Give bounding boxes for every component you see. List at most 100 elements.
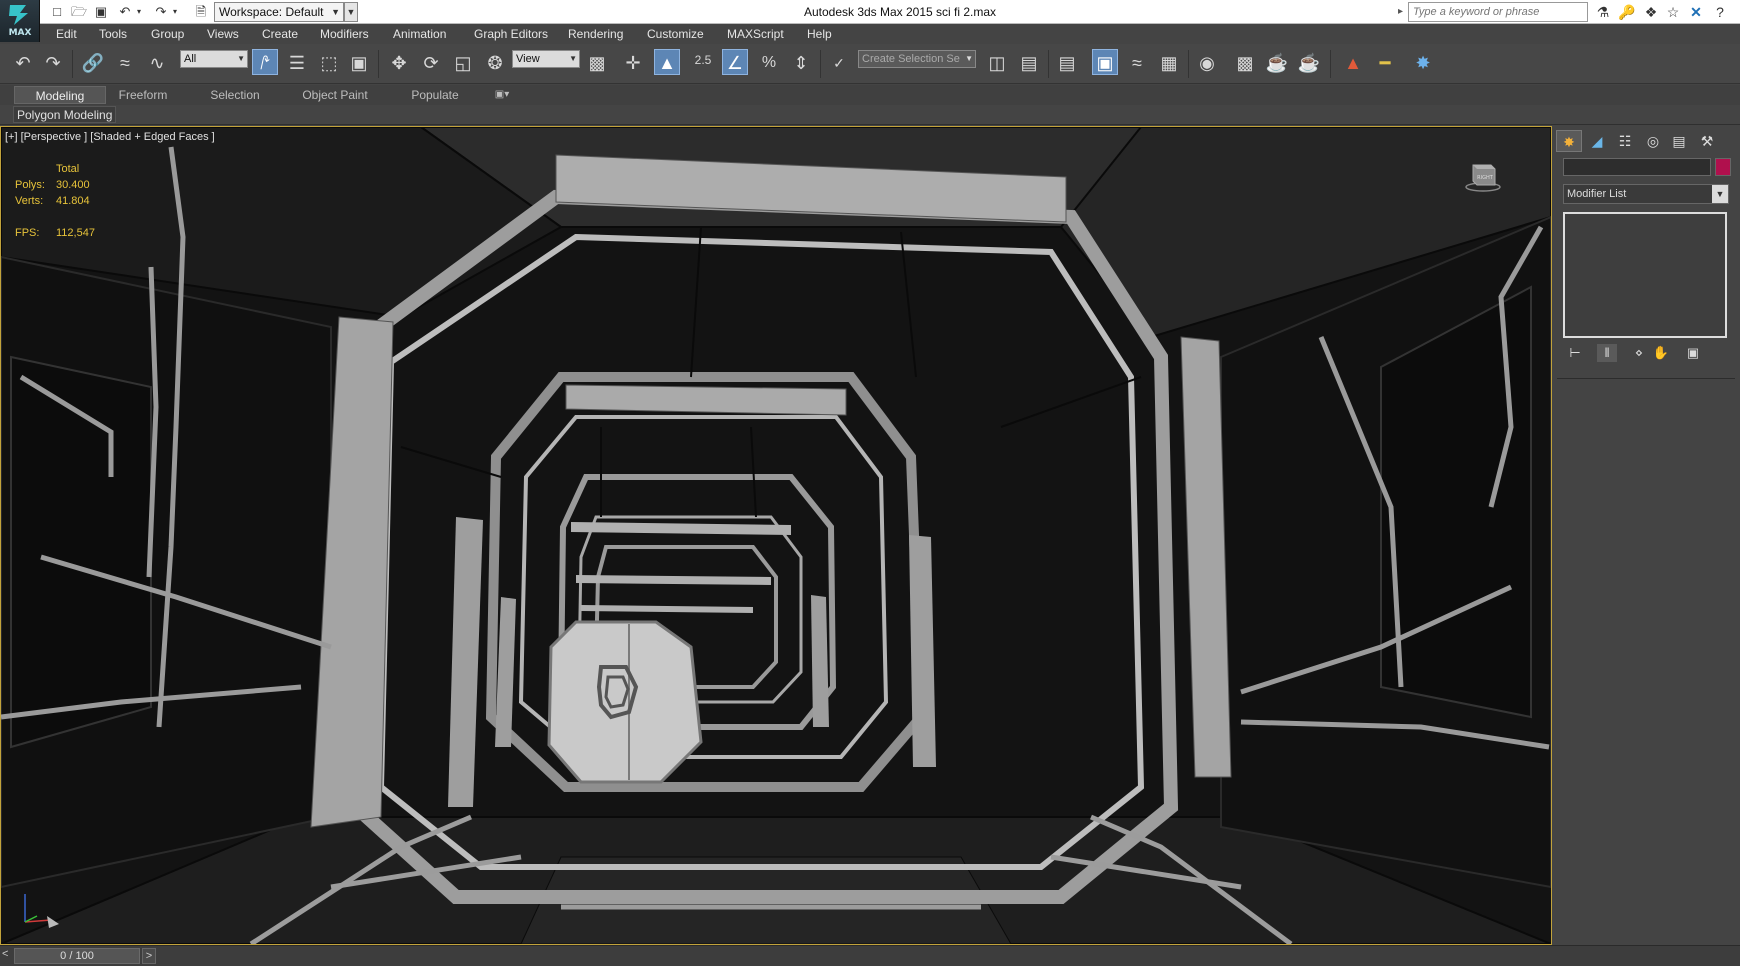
help-icon[interactable]: ? <box>1710 3 1730 21</box>
modify-tab-icon[interactable]: ◢ <box>1584 130 1610 152</box>
redo-quick-icon[interactable]: ↷ <box>152 3 170 21</box>
undo-quick-icon[interactable]: ↶ <box>116 3 134 21</box>
spinner-snap-icon[interactable]: ⇕ <box>788 50 814 76</box>
object-color-swatch[interactable] <box>1715 158 1731 176</box>
percent-snap-icon[interactable]: % <box>756 50 782 76</box>
menu-group[interactable]: Group <box>147 24 188 44</box>
render-setup-icon[interactable]: ▩ <box>1232 50 1258 76</box>
rendered-frame-window-icon[interactable]: ☕ <box>1264 50 1290 76</box>
modifier-stack-list[interactable] <box>1563 212 1727 338</box>
selection-filter-dropdown[interactable]: All ▼ <box>180 50 248 68</box>
workspace-dropdown[interactable]: Workspace: Default ▼ <box>214 2 344 22</box>
menu-maxscript[interactable]: MAXScript <box>723 24 788 44</box>
application-menu-button[interactable]: MAX <box>0 0 40 42</box>
favorites-star-icon[interactable]: ☆ <box>1663 3 1683 21</box>
civil-view-icon[interactable]: ▲ <box>1340 50 1366 76</box>
redo-icon[interactable]: ↷ <box>40 50 66 76</box>
undo-icon[interactable]: ↶ <box>10 50 36 76</box>
toolbar-separator <box>1048 50 1049 78</box>
angle-snap-icon[interactable]: ∠ <box>722 49 748 75</box>
menu-modifiers[interactable]: Modifiers <box>316 24 373 44</box>
undo-dropdown-icon[interactable]: ▾ <box>134 3 144 21</box>
unlink-selection-icon[interactable]: ≈ <box>112 50 138 76</box>
menu-create[interactable]: Create <box>258 24 302 44</box>
menu-edit[interactable]: Edit <box>52 24 81 44</box>
communication-icon[interactable]: ❖ <box>1641 3 1661 21</box>
viewport-label-menu[interactable]: [+] [Perspective ] [Shaded + Edged Faces… <box>5 131 215 143</box>
particle-view-icon[interactable]: ✸ <box>1410 50 1436 76</box>
search-input[interactable] <box>1408 2 1588 22</box>
use-pivot-center-icon[interactable]: ▩ <box>584 50 610 76</box>
snaps-toggle-icon[interactable]: 2.5 <box>690 47 716 73</box>
tab-selection[interactable]: Selection <box>200 86 270 104</box>
perspective-viewport[interactable]: [+] [Perspective ] [Shaded + Edged Faces… <box>0 126 1552 945</box>
motion-tab-icon[interactable]: ◎ <box>1640 130 1666 152</box>
display-tab-icon[interactable]: ▤ <box>1666 130 1692 152</box>
select-and-link-icon[interactable]: 🔗 <box>80 50 106 76</box>
show-end-result-icon[interactable]: ‖ <box>1597 344 1617 362</box>
select-and-manipulate-icon[interactable]: ✛ <box>620 50 646 76</box>
project-folder-icon[interactable]: 🗎 <box>192 3 210 21</box>
menu-tools[interactable]: Tools <box>95 24 131 44</box>
tab-object-paint[interactable]: Object Paint <box>294 86 376 104</box>
reference-coordinate-dropdown[interactable]: View ▼ <box>512 50 580 68</box>
tab-modeling[interactable]: Modeling <box>14 86 106 104</box>
max-logo-icon <box>9 5 28 25</box>
hierarchy-tab-icon[interactable]: ☷ <box>1612 130 1638 152</box>
select-and-move-icon[interactable]: ✥ <box>386 50 412 76</box>
align-icon[interactable]: ▤ <box>1016 50 1042 76</box>
make-unique-icon[interactable]: ⋄ <box>1629 344 1649 362</box>
render-production-icon[interactable]: ☕ <box>1296 50 1322 76</box>
pin-stack-icon[interactable]: ⊢ <box>1565 344 1585 362</box>
binoculars-icon[interactable]: ⚗ <box>1593 3 1613 21</box>
tab-populate[interactable]: Populate <box>400 86 470 104</box>
create-tab-icon[interactable]: ✸ <box>1556 130 1582 152</box>
time-slider-next-button[interactable]: > <box>142 948 156 964</box>
layer-manager-icon[interactable]: ▤ <box>1054 50 1080 76</box>
mirror-icon[interactable]: ◫ <box>984 50 1010 76</box>
object-name-field[interactable] <box>1563 158 1711 176</box>
remove-modifier-icon[interactable]: ✋ <box>1651 344 1671 362</box>
tab-freeform[interactable]: Freeform <box>108 86 178 104</box>
menu-help[interactable]: Help <box>803 24 836 44</box>
keyboard-shortcut-override-icon[interactable]: ▲ <box>654 49 680 75</box>
curve-editor-icon[interactable]: ≈ <box>1124 50 1150 76</box>
edit-named-selection-icon[interactable]: ✓ <box>826 50 852 76</box>
named-selection-dropdown[interactable]: Create Selection Se ▼ <box>858 50 976 68</box>
select-and-place-icon[interactable]: ❂ <box>482 50 508 76</box>
exchange-icon[interactable]: ✕ <box>1686 3 1706 21</box>
quick-access-menu-icon[interactable]: ▼ <box>344 2 358 22</box>
configure-modifier-sets-icon[interactable]: ▣ <box>1683 344 1703 362</box>
save-file-icon[interactable]: ▣ <box>92 3 110 21</box>
menu-rendering[interactable]: Rendering <box>564 24 627 44</box>
material-editor-icon[interactable]: ◉ <box>1194 50 1220 76</box>
chevron-down-icon: ▼ <box>965 54 973 63</box>
graphite-ribbon-icon[interactable]: ▣ <box>1092 49 1118 75</box>
select-and-rotate-icon[interactable]: ⟳ <box>418 50 444 76</box>
time-slider[interactable]: 0 / 100 <box>14 948 140 964</box>
window-crossing-icon[interactable]: ▣ <box>346 50 372 76</box>
measure-distance-icon[interactable]: ━ <box>1372 50 1398 76</box>
rectangular-selection-icon[interactable]: ⬚ <box>316 50 342 76</box>
menu-views[interactable]: Views <box>203 24 243 44</box>
select-and-scale-icon[interactable]: ◱ <box>450 50 476 76</box>
viewcube-icon[interactable]: RIGHT <box>1465 159 1501 195</box>
ribbon-options-icon[interactable]: ▣▾ <box>488 86 516 104</box>
modifier-list-dropdown[interactable]: Modifier List ▼ <box>1563 184 1729 204</box>
polygon-modeling-panel[interactable]: Polygon Modeling <box>13 106 117 123</box>
bind-to-space-warp-icon[interactable]: ∿ <box>144 50 170 76</box>
new-file-icon[interactable]: □ <box>48 3 66 21</box>
redo-dropdown-icon[interactable]: ▾ <box>170 3 180 21</box>
subscription-key-icon[interactable]: 🔑 <box>1617 3 1637 21</box>
select-by-name-icon[interactable]: ☰ <box>284 50 310 76</box>
menu-animation[interactable]: Animation <box>389 24 450 44</box>
open-file-icon[interactable]: 🗁 <box>70 3 88 21</box>
menu-graph-editors[interactable]: Graph Editors <box>470 24 552 44</box>
workspace-label: Workspace: Default <box>219 5 324 19</box>
ribbon-panel: Polygon Modeling <box>0 105 1740 125</box>
select-object-icon[interactable]: ⭚ <box>252 49 278 75</box>
schematic-view-icon[interactable]: ▦ <box>1156 50 1182 76</box>
time-slider-prev-button[interactable]: < <box>2 948 8 960</box>
menu-customize[interactable]: Customize <box>643 24 708 44</box>
utilities-tab-icon[interactable]: ⚒ <box>1694 130 1720 152</box>
